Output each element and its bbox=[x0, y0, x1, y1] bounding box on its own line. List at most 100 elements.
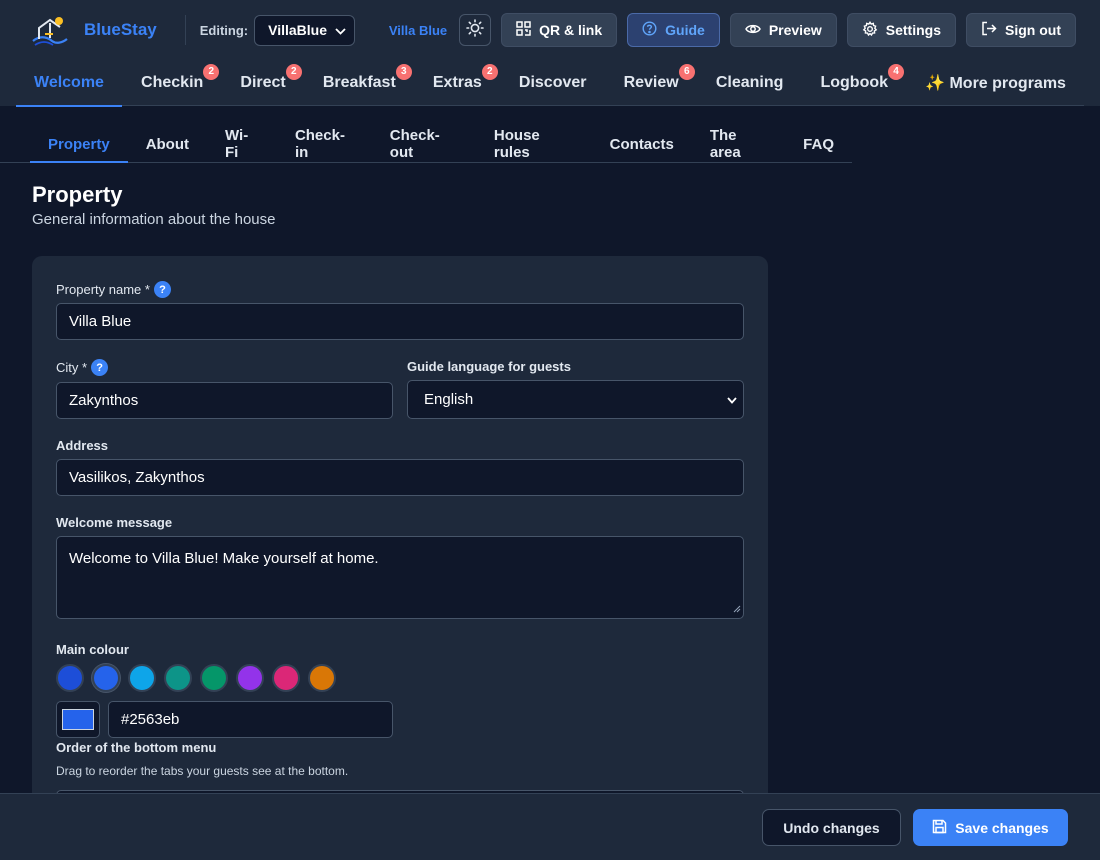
nav-item-discover[interactable]: Discover bbox=[501, 60, 605, 106]
welcome-message-text: Welcome to Villa Blue! Make yourself at … bbox=[69, 550, 379, 567]
property-name-label: Property name * ? bbox=[56, 281, 171, 298]
tab-property[interactable]: Property bbox=[30, 126, 128, 163]
welcome-message-label: Welcome message bbox=[56, 515, 173, 530]
editing-label: Editing: bbox=[199, 22, 249, 38]
colour-picker[interactable] bbox=[56, 701, 100, 738]
notification-badge: 2 bbox=[481, 63, 498, 80]
menu-order-hint: Drag to reorder the tabs your guests see… bbox=[56, 764, 349, 778]
notification-badge: 3 bbox=[395, 63, 412, 80]
resize-handle-icon[interactable] bbox=[733, 600, 741, 617]
colour-swatch[interactable] bbox=[272, 664, 300, 692]
tab-check-out[interactable]: Check-out bbox=[372, 126, 476, 162]
help-icon[interactable]: ? bbox=[91, 359, 109, 376]
bottom-action-bar: Undo changes Save changes bbox=[0, 793, 1100, 860]
colour-swatch[interactable] bbox=[236, 664, 264, 692]
nav-item-review[interactable]: Review 6 bbox=[606, 60, 697, 106]
qr-link-label: QR & link bbox=[539, 22, 603, 38]
language-label: Guide language for guests bbox=[407, 359, 571, 374]
language-select[interactable]: English bbox=[407, 380, 744, 419]
nav-item-direct[interactable]: Direct 2 bbox=[222, 60, 303, 106]
tab-the-area[interactable]: The area bbox=[692, 126, 785, 162]
main-colour-label: Main colour bbox=[56, 642, 129, 657]
property-name-label-text: Property name * bbox=[56, 282, 150, 297]
settings-button[interactable]: Settings bbox=[846, 13, 956, 47]
tab-wifi[interactable]: Wi-Fi bbox=[207, 126, 277, 162]
gear-icon bbox=[862, 20, 878, 40]
nav-item-extras[interactable]: Extras 2 bbox=[415, 60, 500, 106]
sign-out-label: Sign out bbox=[1005, 22, 1061, 38]
theme-toggle-button[interactable] bbox=[459, 14, 492, 46]
property-name-input[interactable]: Villa Blue bbox=[56, 303, 744, 340]
notification-badge: 2 bbox=[285, 63, 302, 80]
colour-swatch[interactable] bbox=[164, 664, 192, 692]
colour-swatch[interactable] bbox=[56, 664, 84, 692]
header-actions: Villa Blue QR & link Guide Preview Setti… bbox=[389, 13, 1076, 47]
undo-changes-button[interactable]: Undo changes bbox=[762, 809, 901, 846]
guide-label: Guide bbox=[665, 22, 705, 38]
nav-item-cleaning[interactable]: Cleaning bbox=[698, 60, 802, 106]
nav-item-label: Review bbox=[623, 73, 679, 91]
nav-item-label: Welcome bbox=[34, 73, 104, 91]
colour-swatch[interactable] bbox=[200, 664, 228, 692]
nav-item-label: Direct bbox=[240, 73, 286, 91]
property-select[interactable]: VillaBlue bbox=[254, 14, 356, 46]
tab-house-rules[interactable]: House rules bbox=[476, 126, 592, 162]
top-header: BlueStay Editing: VillaBlue Villa Blue Q… bbox=[0, 0, 1100, 60]
settings-label: Settings bbox=[885, 22, 941, 38]
colour-swatch[interactable] bbox=[308, 664, 336, 692]
address-label: Address bbox=[56, 438, 109, 453]
tab-faq[interactable]: FAQ bbox=[785, 126, 852, 162]
qr-code-icon bbox=[516, 21, 531, 39]
nav-item-more-programs[interactable]: ✨ More programs bbox=[907, 60, 1084, 106]
colour-preview bbox=[62, 709, 94, 730]
save-changes-button[interactable]: Save changes bbox=[913, 809, 1068, 846]
colour-hex-input[interactable]: #2563eb bbox=[108, 701, 393, 738]
notification-badge: 6 bbox=[678, 63, 695, 80]
preview-button[interactable]: Preview bbox=[729, 13, 837, 47]
chevron-down-icon bbox=[727, 391, 737, 408]
city-label-text: City * bbox=[56, 360, 88, 375]
floppy-disk-icon bbox=[932, 819, 947, 837]
save-changes-label: Save changes bbox=[955, 819, 1049, 836]
nav-item-logbook[interactable]: Logbook 4 bbox=[802, 60, 906, 106]
qr-link-button[interactable]: QR & link bbox=[501, 13, 618, 47]
tab-check-in[interactable]: Check-in bbox=[277, 126, 372, 162]
nav-item-label: ✨ More programs bbox=[925, 74, 1066, 92]
sub-tabs: Property About Wi-Fi Check-in Check-out … bbox=[0, 126, 852, 163]
sign-out-icon bbox=[981, 21, 997, 39]
notification-badge: 4 bbox=[888, 63, 905, 80]
nav-item-label: Logbook bbox=[820, 73, 889, 91]
tab-contacts[interactable]: Contacts bbox=[592, 126, 692, 162]
main-nav: Welcome Checkin 2 Direct 2 Breakfast 3 E… bbox=[16, 60, 1084, 107]
nav-item-label: Extras bbox=[432, 73, 482, 91]
nav-item-label: Discover bbox=[518, 73, 587, 91]
property-form-card: Property name * ? Villa Blue City * ? Za… bbox=[32, 256, 768, 816]
city-input[interactable]: Zakynthos bbox=[56, 382, 393, 419]
notification-badge: 2 bbox=[203, 63, 220, 80]
address-input[interactable]: Vasilikos, Zakynthos bbox=[56, 459, 744, 496]
nav-item-welcome[interactable]: Welcome bbox=[16, 60, 122, 107]
nav-item-breakfast[interactable]: Breakfast 3 bbox=[305, 60, 414, 106]
colour-swatch[interactable] bbox=[92, 664, 120, 692]
villa-link[interactable]: Villa Blue bbox=[389, 23, 447, 38]
nav-item-label: Checkin bbox=[141, 73, 204, 91]
menu-order-label: Order of the bottom menu bbox=[56, 740, 217, 755]
bluestay-logo-icon[interactable] bbox=[30, 14, 70, 46]
nav-item-label: Cleaning bbox=[715, 73, 784, 91]
eye-icon bbox=[744, 22, 761, 38]
brand-name[interactable]: BlueStay bbox=[84, 20, 157, 40]
sign-out-button[interactable]: Sign out bbox=[966, 13, 1076, 47]
nav-item-label: Breakfast bbox=[322, 73, 396, 91]
tab-about[interactable]: About bbox=[128, 126, 207, 162]
help-icon[interactable]: ? bbox=[153, 281, 171, 298]
welcome-message-textarea[interactable]: Welcome to Villa Blue! Make yourself at … bbox=[56, 536, 744, 619]
guide-button[interactable]: Guide bbox=[627, 13, 720, 47]
language-select-value: English bbox=[424, 391, 474, 408]
colour-swatches bbox=[56, 664, 336, 692]
page-title: Property bbox=[32, 182, 123, 207]
property-select-value: VillaBlue bbox=[268, 22, 328, 38]
city-label: City * ? bbox=[56, 359, 109, 376]
chevron-down-icon bbox=[335, 22, 346, 38]
colour-swatch[interactable] bbox=[128, 664, 156, 692]
nav-item-checkin[interactable]: Checkin 2 bbox=[123, 60, 221, 106]
